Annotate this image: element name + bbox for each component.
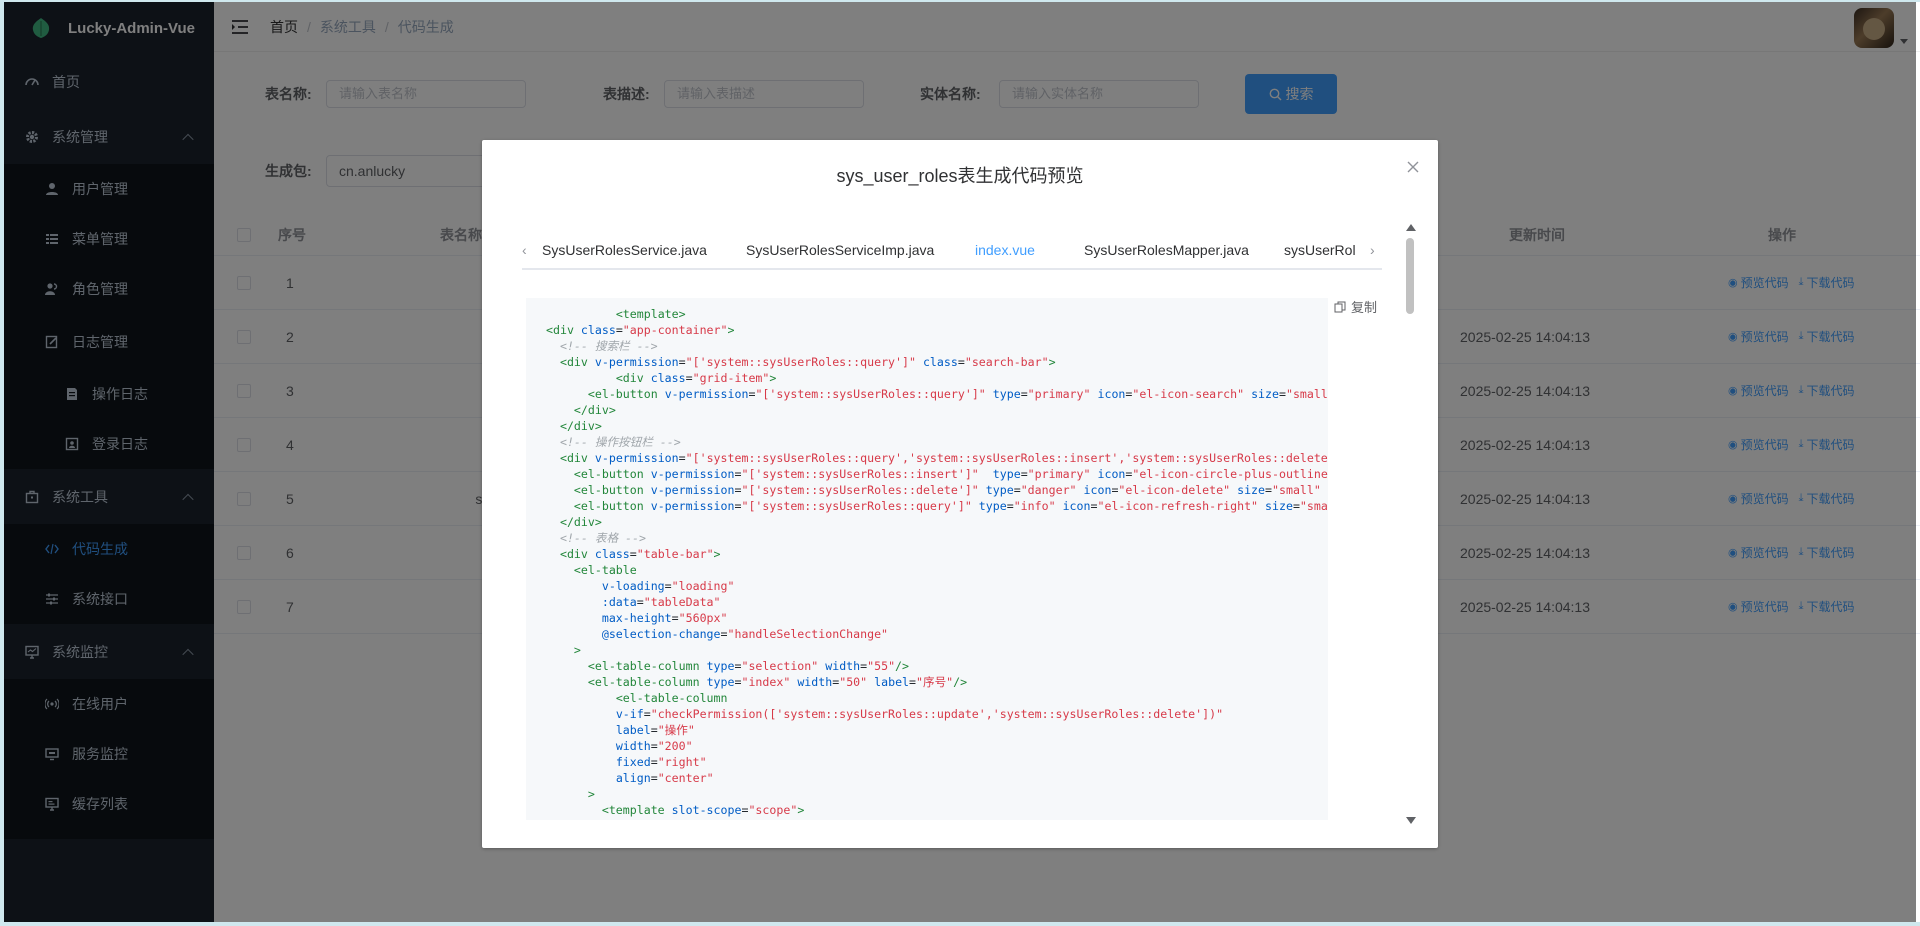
code-line: max-height="560px" <box>601 611 728 625</box>
code-line: fixed="right" <box>615 755 707 769</box>
scroll-thumb[interactable] <box>1406 238 1414 314</box>
code-line: :data="tableData" <box>601 595 721 609</box>
code-line: </div> <box>559 515 602 529</box>
code-line: <el-button v-permission="['system::sysUs… <box>573 467 1328 481</box>
tab-mapper[interactable]: SysUserRolesMapper.java <box>1084 230 1249 270</box>
code-viewer[interactable]: <template> <div class="app-container"> <!… <box>526 298 1328 820</box>
code-line: <el-button v-permission="['system::sysUs… <box>573 483 1321 497</box>
code-line: <template slot-scope="scope"> <box>601 803 805 817</box>
code-tabs: ‹ SysUserRolesService.java SysUserRolesS… <box>522 230 1382 270</box>
code-line: label="操作" <box>615 723 695 737</box>
copy-icon <box>1334 301 1346 313</box>
dialog-scrollbar[interactable] <box>1404 224 1416 824</box>
code-line: <div v-permission="['system::sysUserRole… <box>559 355 1056 369</box>
code-line: <div class="app-container"> <box>546 323 735 337</box>
code-line: <div class="grid-item"> <box>615 371 777 385</box>
code-line: <!-- 搜索栏 --> <box>546 339 658 353</box>
chevron-left-icon[interactable]: ‹ <box>522 242 532 258</box>
copy-label: 复制 <box>1351 300 1378 315</box>
copy-button[interactable]: 复制 <box>1334 297 1377 316</box>
tab-service-impl[interactable]: SysUserRolesServiceImp.java <box>746 230 934 270</box>
code-line: <!-- 操作按钮栏 --> <box>546 435 681 449</box>
code-line: <el-button v-permission="['system::sysUs… <box>587 387 1328 401</box>
code-line: </div> <box>573 403 616 417</box>
code-line: <el-table-column <box>615 691 728 705</box>
code-line: </div> <box>559 419 602 433</box>
code-line: @selection-change="handleSelectionChange… <box>601 627 889 641</box>
chevron-right-icon[interactable]: › <box>1370 242 1380 258</box>
code-line: > <box>573 643 581 657</box>
dialog-title: sys_user_roles表生成代码预览 <box>836 166 1084 186</box>
code-line: > <box>587 787 595 801</box>
code-line: v-if="checkPermission(['system::sysUserR… <box>615 707 1224 721</box>
code-line: width="200" <box>615 739 693 753</box>
tabs-scroll: SysUserRolesService.java SysUserRolesSer… <box>542 230 1362 270</box>
code-line: <el-button v-permission="['system::sysUs… <box>573 499 1328 513</box>
tab-service[interactable]: SysUserRolesService.java <box>542 230 707 270</box>
scroll-up-icon[interactable] <box>1406 224 1416 231</box>
code-line: <template> <box>615 307 686 321</box>
close-icon[interactable] <box>1406 160 1420 174</box>
tab-more[interactable]: sysUserRol <box>1284 230 1356 270</box>
code-line: <el-table <box>573 563 637 577</box>
tab-index-vue[interactable]: index.vue <box>975 230 1035 270</box>
scroll-down-icon[interactable] <box>1406 817 1416 824</box>
code-line: <el-table-column type="index" width="50"… <box>587 675 968 689</box>
code-line: v-loading="loading" <box>601 579 735 593</box>
code-line: <div class="table-bar"> <box>559 547 721 561</box>
code-content: <template> <div class="app-container"> <!… <box>546 306 1328 818</box>
code-line: <el-table-column type="selection" width=… <box>587 659 910 673</box>
code-line: align="center" <box>615 771 714 785</box>
code-preview-dialog: sys_user_roles表生成代码预览 ‹ SysUserRolesServ… <box>482 140 1438 848</box>
code-line: <!-- 表格 --> <box>546 531 646 545</box>
code-line: <div v-permission="['system::sysUserRole… <box>559 451 1328 465</box>
